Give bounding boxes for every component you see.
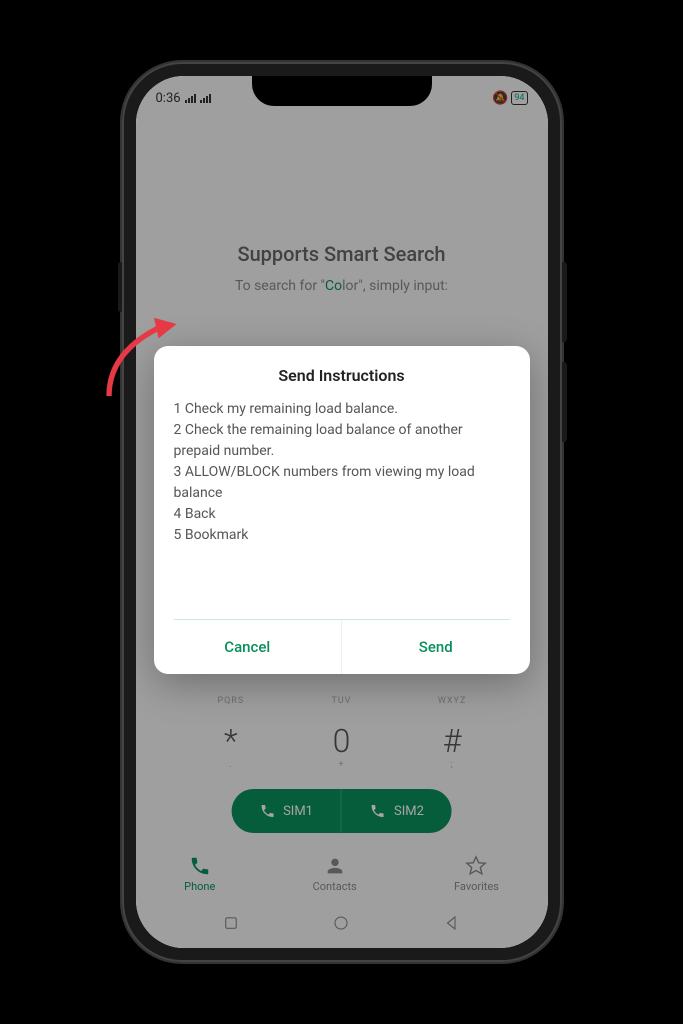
send-button[interactable]: Send (342, 620, 530, 674)
screen: 0:36 94 Supports Smart Search To search … (136, 76, 548, 948)
dialog-title: Send Instructions (154, 346, 530, 399)
cancel-button[interactable]: Cancel (154, 620, 343, 674)
phone-frame: 0:36 94 Supports Smart Search To search … (122, 62, 562, 962)
dialog-body: 1 Check my remaining load balance. 2 Che… (154, 399, 530, 619)
ussd-dialog: Send Instructions 1 Check my remaining l… (154, 346, 530, 674)
notch (252, 76, 432, 106)
annotation-arrow (100, 315, 190, 405)
